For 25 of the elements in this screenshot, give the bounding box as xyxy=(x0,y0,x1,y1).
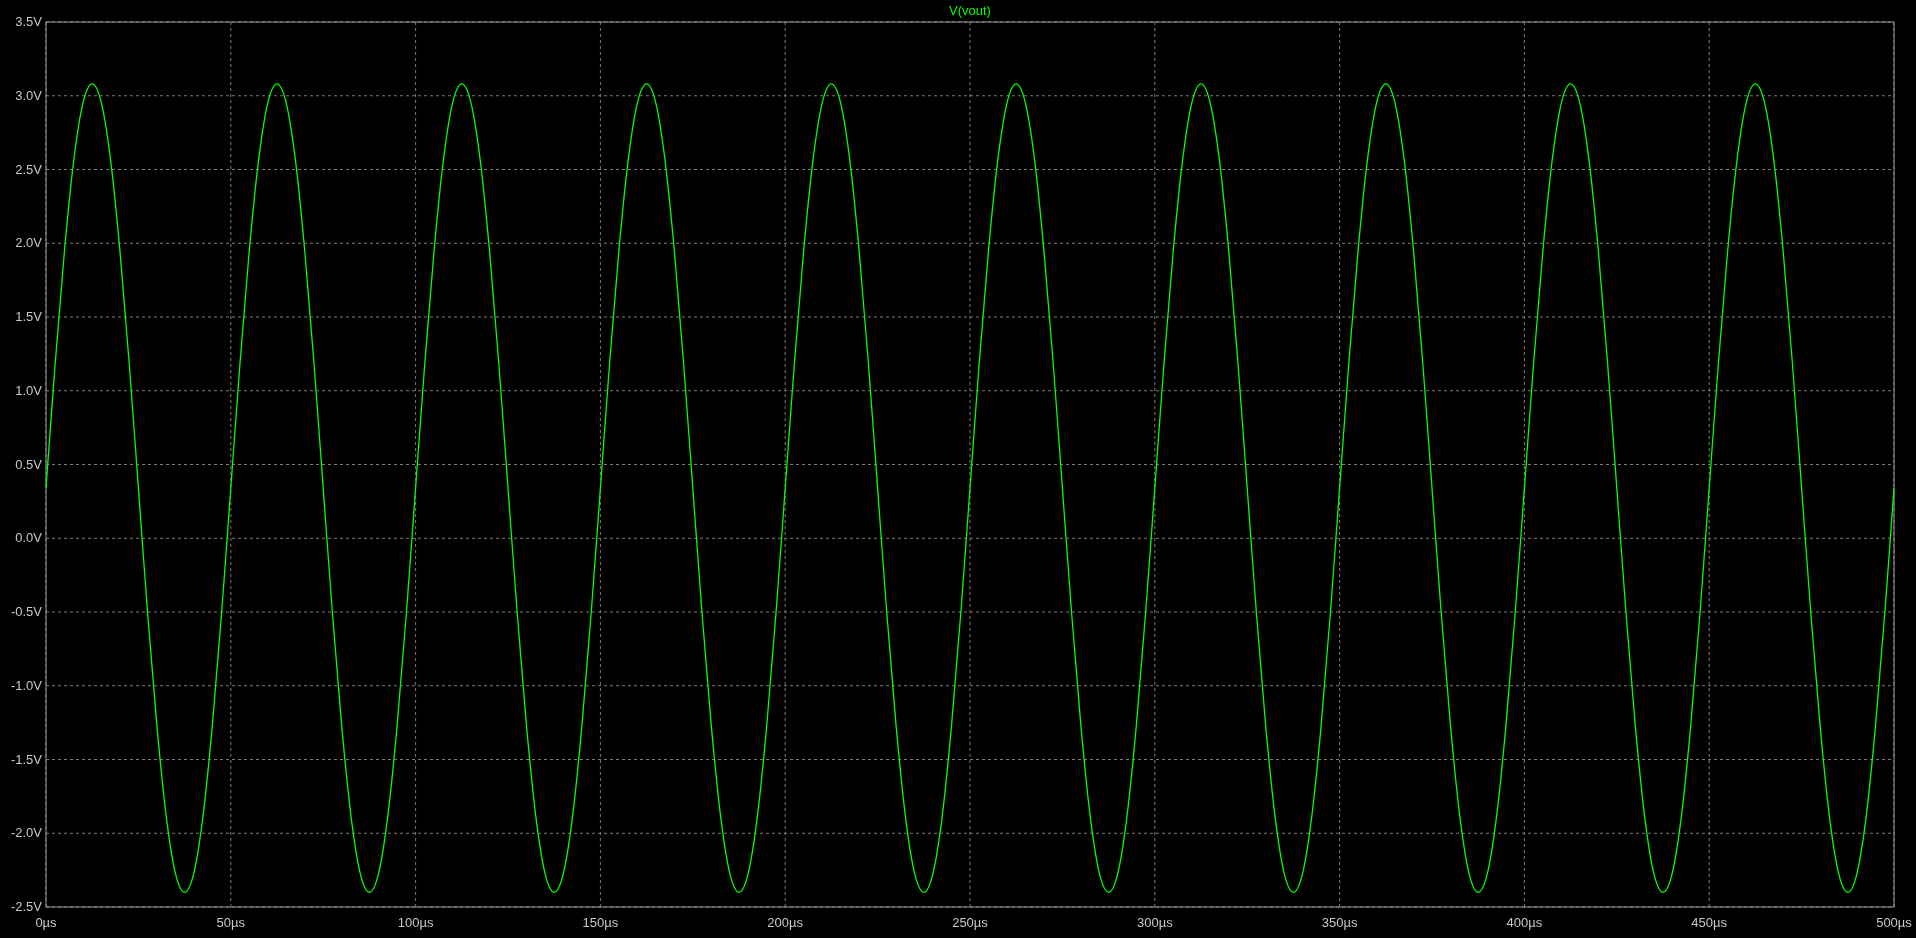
x-tick-label: 250µs xyxy=(952,915,988,930)
y-tick-label: -2.0V xyxy=(10,825,42,841)
x-tick-label: 200µs xyxy=(767,915,804,930)
y-tick-label: 0.0V xyxy=(15,530,42,546)
y-tick-label: 1.0V xyxy=(15,382,42,398)
y-tick-label: -1.0V xyxy=(10,677,42,693)
y-tick-label: -1.5V xyxy=(10,751,42,767)
y-tick-label: -2.5V xyxy=(10,899,42,914)
trace-label: V(vout) xyxy=(949,3,991,18)
y-tick-label: -0.5V xyxy=(10,604,42,619)
x-tick-label: 400µs xyxy=(1506,915,1543,930)
y-tick-label: 0.5V xyxy=(15,456,42,472)
y-tick-label: 1.5V xyxy=(15,309,42,324)
x-tick-label: 450µs xyxy=(1691,915,1728,930)
y-tick-label: 3.0V xyxy=(15,87,42,103)
x-tick-label: 0µs xyxy=(35,915,57,930)
y-tick-label: 3.5V xyxy=(15,14,42,29)
x-tick-label: 500µs xyxy=(1876,915,1912,930)
x-tick-label: 150µs xyxy=(582,915,619,930)
x-tick-label: 50µs xyxy=(216,915,246,930)
x-tick-label: 350µs xyxy=(1321,915,1358,930)
x-tick-label: 100µs xyxy=(397,915,434,930)
y-tick-label: 2.5V xyxy=(15,161,42,177)
x-tick-label: 300µs xyxy=(1136,915,1173,930)
y-tick-label: 2.0V xyxy=(15,235,42,251)
